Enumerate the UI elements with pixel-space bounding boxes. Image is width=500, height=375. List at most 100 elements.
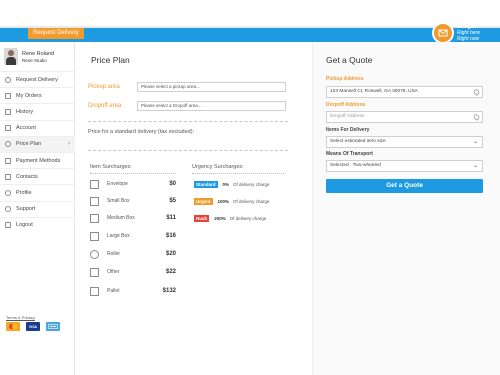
urgency-text: Of delivery charge (233, 198, 270, 204)
urgency-row-rush: Rush 200% Of delivery charge (194, 213, 266, 223)
dropoff-address-placeholder: Dropoff Address (330, 114, 365, 119)
list-item: Envelope $0 (90, 177, 176, 191)
sidebar-item-label: Contacts (16, 173, 38, 180)
terms-privacy-link[interactable]: Terms & Privacy (6, 315, 35, 320)
sidebar-item-history[interactable]: History (0, 103, 75, 119)
urgency-row-standard: Standard 0% Of delivery charge (194, 179, 270, 189)
urgency-percent: 200% (214, 215, 226, 221)
sidebar-item-payment-methods[interactable]: Payment Methods (0, 151, 75, 168)
items-select-value: Select estimated item size (330, 139, 386, 144)
support-icon (5, 206, 11, 213)
sidebar-item-label: Logout (16, 222, 33, 229)
list-item: Small Box $5 (90, 194, 176, 208)
sidebar-item-label: Price Plan (16, 141, 42, 148)
pickup-area-label: Pickup area (88, 84, 120, 90)
quote-title: Get a Quote (326, 55, 373, 65)
logo[interactable]: Bringoz Right here Right now (431, 22, 480, 44)
sidebar-item-contacts[interactable]: Contacts (0, 168, 75, 184)
dropoff-address-label: Dropoff Address (326, 102, 366, 108)
divider (88, 121, 288, 122)
envelope-icon (90, 179, 99, 189)
urgency-surcharges-title: Urgency Surcharges: (192, 164, 244, 170)
profile-name: Rene Roland (22, 51, 55, 57)
divider (90, 173, 176, 174)
payment-icon (5, 157, 11, 164)
price-plan-title: Price Plan (91, 55, 130, 65)
avatar (4, 48, 18, 65)
list-item: Medium Box $11 (90, 211, 176, 225)
divider (192, 173, 284, 174)
pickup-address-input[interactable]: 123 Mansell Ct, Roswell, GA 30076, USA (326, 86, 483, 98)
medium-box-icon (90, 213, 99, 223)
urgency-percent: 0% (222, 181, 230, 187)
item-price: $16 (165, 233, 176, 239)
profile-subtitle: Rene Studio (22, 58, 47, 63)
means-of-transport-label: Means Of Transport (326, 151, 373, 157)
item-label: Other (107, 269, 120, 275)
dropoff-area-label: Dropoff area (88, 103, 122, 109)
request-delivery-button[interactable]: Request Delivery (28, 28, 84, 39)
account-icon (5, 125, 11, 132)
item-price: $11 (166, 215, 176, 221)
delivery-icon (5, 76, 11, 83)
sidebar-nav: Request Delivery My Orders History Accou… (0, 71, 75, 233)
list-item: Large Box $16 (90, 229, 176, 243)
profile[interactable]: Rene Roland Rene Studio (0, 46, 75, 68)
price-caption: Price for a standard delivery (tax exclu… (88, 129, 195, 135)
sidebar-item-logout[interactable]: Logout (0, 216, 75, 233)
sidebar-item-label: History (16, 108, 34, 115)
sidebar-item-profile[interactable]: Profile (0, 184, 75, 200)
chevron-down-icon: ⌄ (472, 139, 478, 145)
item-label: Small Box (107, 198, 130, 204)
item-label: Medium Box (107, 215, 135, 221)
get-quote-button[interactable]: Get a Quote (326, 179, 483, 193)
chevron-right-icon: › (68, 141, 70, 148)
list-item: Other $22 (90, 265, 176, 279)
sidebar: Rene Roland Rene Studio Request Delivery… (0, 42, 75, 375)
price-icon (5, 141, 11, 148)
mastercard-icon (6, 322, 20, 331)
urgency-badge: Urgent (194, 197, 213, 205)
item-price: $20 (165, 251, 176, 257)
sidebar-item-my-orders[interactable]: My Orders (0, 87, 75, 103)
location-pin-icon (472, 113, 481, 121)
items-for-delivery-label: Items For Delivery (326, 127, 370, 133)
sidebar-item-request-delivery[interactable]: Request Delivery (0, 71, 75, 87)
sidebar-item-support[interactable]: Support (0, 200, 75, 217)
pickup-address-label: Pickup Address (326, 76, 364, 82)
sidebar-item-label: Profile (16, 189, 32, 196)
list-item: Roller $20 (90, 247, 176, 261)
small-box-icon (90, 196, 99, 206)
pickup-area-input[interactable]: Please select a pickup area... (137, 82, 286, 92)
pallet-icon (90, 286, 99, 296)
sidebar-item-label: My Orders (16, 92, 42, 99)
means-of-transport-select[interactable]: Selected : Two-wheeled ⌄ (326, 160, 483, 172)
items-for-delivery-select[interactable]: Select estimated item size ⌄ (326, 136, 483, 148)
transport-select-value: Selected : Two-wheeled (330, 163, 381, 168)
item-price: $5 (169, 198, 176, 204)
list-item: Pallet $132 (90, 284, 176, 298)
item-price: $132 (162, 288, 176, 294)
urgency-badge: Rush (194, 214, 210, 222)
profile-icon (5, 189, 11, 196)
dropoff-area-input[interactable]: Please select a Dropoff area... (137, 101, 286, 111)
logo-icon (431, 22, 454, 44)
history-icon (5, 108, 11, 115)
sidebar-item-account[interactable]: Account (0, 119, 75, 136)
sidebar-item-label: Account (16, 125, 36, 132)
sidebar-item-label: Request Delivery (16, 76, 58, 83)
sidebar-item-price-plan[interactable]: Price Plan › (0, 135, 75, 152)
urgency-percent: 100% (217, 198, 230, 204)
sidebar-item-label: Support (16, 206, 36, 213)
logout-icon (5, 222, 11, 229)
item-price: $22 (165, 269, 176, 275)
orders-icon (5, 92, 11, 99)
item-label: Roller (107, 251, 121, 257)
dropoff-address-input[interactable]: Dropoff Address (326, 111, 483, 123)
pickup-address-value: 123 Mansell Ct, Roswell, GA 30076, USA (330, 89, 418, 94)
item-label: Large Box (107, 233, 130, 239)
divider (88, 150, 288, 151)
item-label: Envelope (107, 181, 128, 187)
chevron-down-icon: ⌄ (472, 163, 478, 169)
payment-cards: VISA (6, 322, 60, 331)
